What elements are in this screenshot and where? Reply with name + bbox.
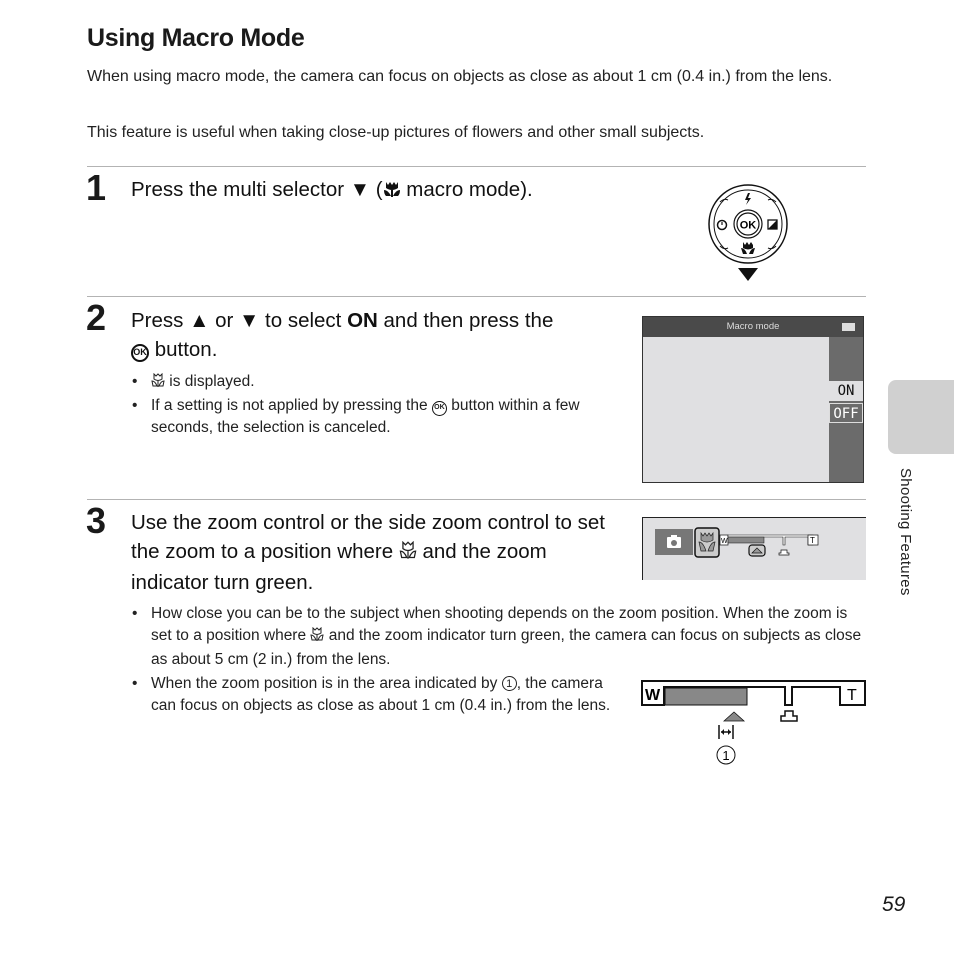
intro-paragraph-1: When using macro mode, the camera can fo… [87, 68, 833, 85]
list-item: If a setting is not applied by pressing … [131, 395, 611, 439]
ok-button-icon: OK [131, 343, 149, 362]
step-heading: Use the zoom control or the side zoom co… [131, 508, 621, 597]
macro-outline-icon [310, 626, 325, 649]
step-heading: Press the multi selector ▼ ( macro mode)… [131, 175, 533, 206]
zoom-lcd-preview: W T [642, 517, 866, 580]
wide-label: W [721, 538, 728, 545]
macro-indicator-icon [694, 527, 720, 558]
range-arrow-icon [718, 725, 734, 739]
macro-outline-icon [151, 372, 165, 395]
macro-outline-icon [399, 539, 417, 568]
step-text: button. [149, 338, 218, 361]
step-3-notes: How close you can be to the subject when… [131, 603, 866, 671]
digital-zoom-marker [780, 710, 798, 722]
step-text: macro mode). [400, 178, 533, 201]
callout-1-label: 1 [722, 748, 729, 763]
battery-icon [842, 323, 855, 331]
zoom-bar-fill [727, 536, 765, 544]
camera-lcd-menu: Macro mode ON OFF [642, 316, 864, 483]
step-number: 1 [86, 167, 107, 208]
step-2-notes: is displayed. If a setting is not applie… [131, 371, 611, 439]
step-divider [87, 499, 866, 500]
tele-label: T [847, 687, 857, 704]
down-triangle-icon: ▼ [239, 309, 260, 332]
option-on[interactable]: ON [829, 381, 863, 401]
step-text: ( [370, 178, 383, 201]
section-label: Shooting Features [897, 468, 914, 596]
up-triangle-icon: ▲ [189, 309, 210, 332]
step-divider [87, 296, 866, 297]
macro-icon [383, 177, 401, 206]
digital-zoom-marker [778, 549, 790, 556]
list-item: When the zoom position is in the area in… [131, 673, 611, 717]
ok-label: OK [740, 220, 757, 232]
section-tab[interactable] [888, 380, 954, 454]
multi-selector-diagram: OK [708, 184, 788, 281]
step-divider [87, 166, 866, 167]
page-title: Using Macro Mode [87, 24, 305, 52]
step-3-notes-2: When the zoom position is in the area in… [131, 673, 611, 717]
list-item: is displayed. [131, 371, 611, 395]
page-number: 59 [882, 893, 906, 916]
intro-paragraph-2: This feature is useful when taking close… [87, 124, 705, 141]
list-item: How close you can be to the subject when… [131, 603, 866, 671]
callout-1-badge: 1 [501, 676, 517, 691]
zoom-indicator-diagram: W T 1 [641, 680, 866, 765]
down-triangle-icon: ▼ [349, 178, 371, 201]
step-text: Press the multi selector [131, 178, 350, 201]
down-arrow-indicator [738, 268, 758, 281]
step-number: 3 [86, 500, 107, 541]
step-text: to select [259, 309, 348, 332]
zoom-bar-fill [664, 687, 748, 706]
option-off[interactable]: OFF [829, 403, 863, 423]
step-text: Press [131, 309, 190, 332]
step-heading: Press ▲ or ▼ to select ON and then press… [131, 306, 621, 364]
step-text: or [209, 309, 240, 332]
step-text: and then press the [377, 309, 554, 332]
macro-limit-marker [722, 711, 746, 722]
on-keyword: ON [347, 309, 378, 332]
ok-button-icon: OK [431, 400, 447, 416]
tele-label: T [810, 536, 815, 545]
step-number: 2 [86, 297, 107, 338]
wide-label: W [645, 687, 661, 704]
lcd-menu-title: Macro mode [643, 317, 863, 337]
